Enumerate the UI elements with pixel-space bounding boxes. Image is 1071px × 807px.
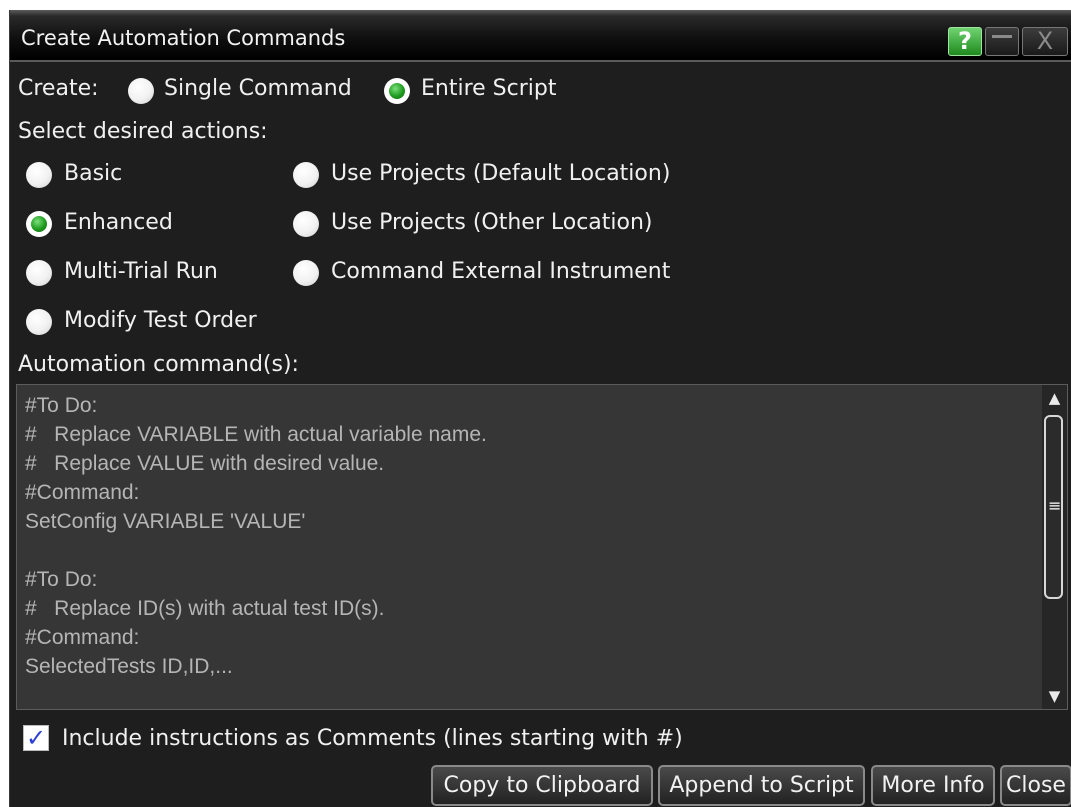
radio-enhanced[interactable]	[26, 211, 52, 237]
automation-commands-text[interactable]: #To Do: # Replace VARIABLE with actual v…	[25, 391, 1035, 681]
vertical-scrollbar[interactable]: ▲ ≡ ▼	[1042, 385, 1067, 709]
use-projects-default-label[interactable]: Use Projects (Default Location)	[331, 161, 670, 186]
scroll-up-arrow-icon[interactable]: ▲	[1042, 387, 1067, 409]
enhanced-label[interactable]: Enhanced	[64, 210, 173, 235]
window-title: Create Automation Commands	[21, 26, 346, 50]
select-actions-label: Select desired actions:	[18, 119, 268, 144]
radio-single-command[interactable]	[128, 78, 154, 104]
radio-entire-script[interactable]	[384, 78, 410, 104]
more-info-button[interactable]: More Info	[871, 765, 995, 806]
copy-to-clipboard-button[interactable]: Copy to Clipboard	[431, 765, 653, 806]
radio-command-external-instrument[interactable]	[293, 260, 319, 286]
automation-commands-textarea[interactable]: #To Do: # Replace VARIABLE with actual v…	[16, 384, 1068, 710]
grip-icon: ≡	[1048, 496, 1062, 515]
close-window-button[interactable]: X	[1022, 27, 1068, 56]
modify-test-order-label[interactable]: Modify Test Order	[64, 308, 257, 333]
help-button[interactable]: ?	[948, 27, 982, 56]
command-external-instrument-label[interactable]: Command External Instrument	[331, 259, 670, 284]
radio-modify-test-order[interactable]	[26, 309, 52, 335]
append-to-script-button[interactable]: Append to Script	[658, 765, 865, 806]
minimize-icon	[992, 35, 1012, 38]
include-comments-label[interactable]: Include instructions as Comments (lines …	[62, 726, 683, 751]
scroll-down-arrow-icon[interactable]: ▼	[1042, 685, 1067, 707]
entire-script-label[interactable]: Entire Script	[421, 76, 556, 101]
basic-label[interactable]: Basic	[64, 161, 122, 186]
minimize-button[interactable]	[985, 27, 1019, 56]
radio-multi-trial-run[interactable]	[26, 260, 52, 286]
include-comments-checkbox[interactable]: ✓	[23, 725, 49, 751]
radio-basic[interactable]	[26, 162, 52, 188]
automation-commands-label: Automation command(s):	[18, 352, 299, 377]
multi-trial-run-label[interactable]: Multi-Trial Run	[64, 259, 218, 284]
radio-use-projects-default[interactable]	[293, 162, 319, 188]
single-command-label[interactable]: Single Command	[164, 76, 352, 101]
radio-use-projects-other[interactable]	[293, 211, 319, 237]
title-bar: Create Automation Commands ? X	[10, 10, 1071, 62]
create-label: Create:	[18, 76, 99, 101]
create-automation-commands-dialog: Create Automation Commands ? X Create: S…	[9, 10, 1071, 807]
use-projects-other-label[interactable]: Use Projects (Other Location)	[331, 210, 653, 235]
close-button[interactable]: Close	[1000, 765, 1071, 806]
scroll-thumb[interactable]: ≡	[1044, 415, 1063, 599]
